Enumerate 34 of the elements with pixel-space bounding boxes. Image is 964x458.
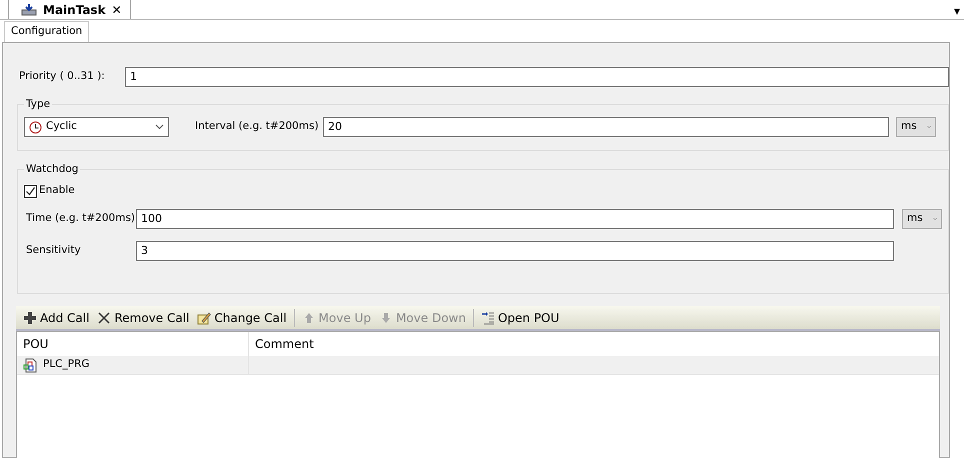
toolbar-button[interactable]: Change Call: [194, 308, 290, 326]
toolbar-button[interactable]: Add Call: [20, 308, 92, 326]
toolbar-button[interactable]: Remove Call: [94, 308, 192, 326]
time-field[interactable]: 100: [136, 209, 894, 229]
close-icon: [97, 310, 112, 324]
program-icon: [23, 358, 37, 372]
close-icon[interactable]: ✕: [112, 0, 122, 18]
column-header[interactable]: Comment: [249, 332, 939, 356]
priority-field[interactable]: 1: [125, 67, 949, 87]
time-label: Time (e.g. t#200ms): [25, 211, 136, 226]
priority-label: Priority ( 0..31 ):: [18, 69, 106, 84]
interval-field[interactable]: 20: [323, 117, 889, 137]
task-icon: [21, 2, 37, 16]
tab-title: MainTask: [43, 2, 106, 18]
table-cell-text: PLC_PRG: [43, 357, 90, 372]
editor-tab[interactable]: MainTask ✕: [8, 0, 131, 19]
unit-dropdown[interactable]: ms: [902, 209, 942, 229]
unit-dropdown[interactable]: ms: [896, 117, 936, 137]
open-list-icon: [480, 310, 495, 324]
checkmark-icon: [25, 186, 36, 196]
interval-label: Interval (e.g. t#200ms): [194, 119, 320, 134]
chevron-icon: [932, 216, 937, 222]
sensitivity-field[interactable]: 3: [136, 241, 894, 261]
toolbar-button[interactable]: Open POU: [478, 308, 562, 326]
chevron-icon: [155, 124, 164, 130]
enable-checkbox[interactable]: Enable: [24, 183, 942, 199]
tab-menu-arrow[interactable]: ▾: [954, 2, 960, 20]
clock-icon: [29, 120, 42, 134]
chevron-icon: [926, 124, 931, 130]
pencil-icon: [197, 310, 212, 324]
configuration-tab[interactable]: Configuration: [4, 21, 90, 42]
type-dropdown[interactable]: Cyclic: [24, 117, 169, 137]
plus-icon: [23, 310, 37, 324]
sensitivity-label: Sensitivity: [25, 243, 82, 258]
